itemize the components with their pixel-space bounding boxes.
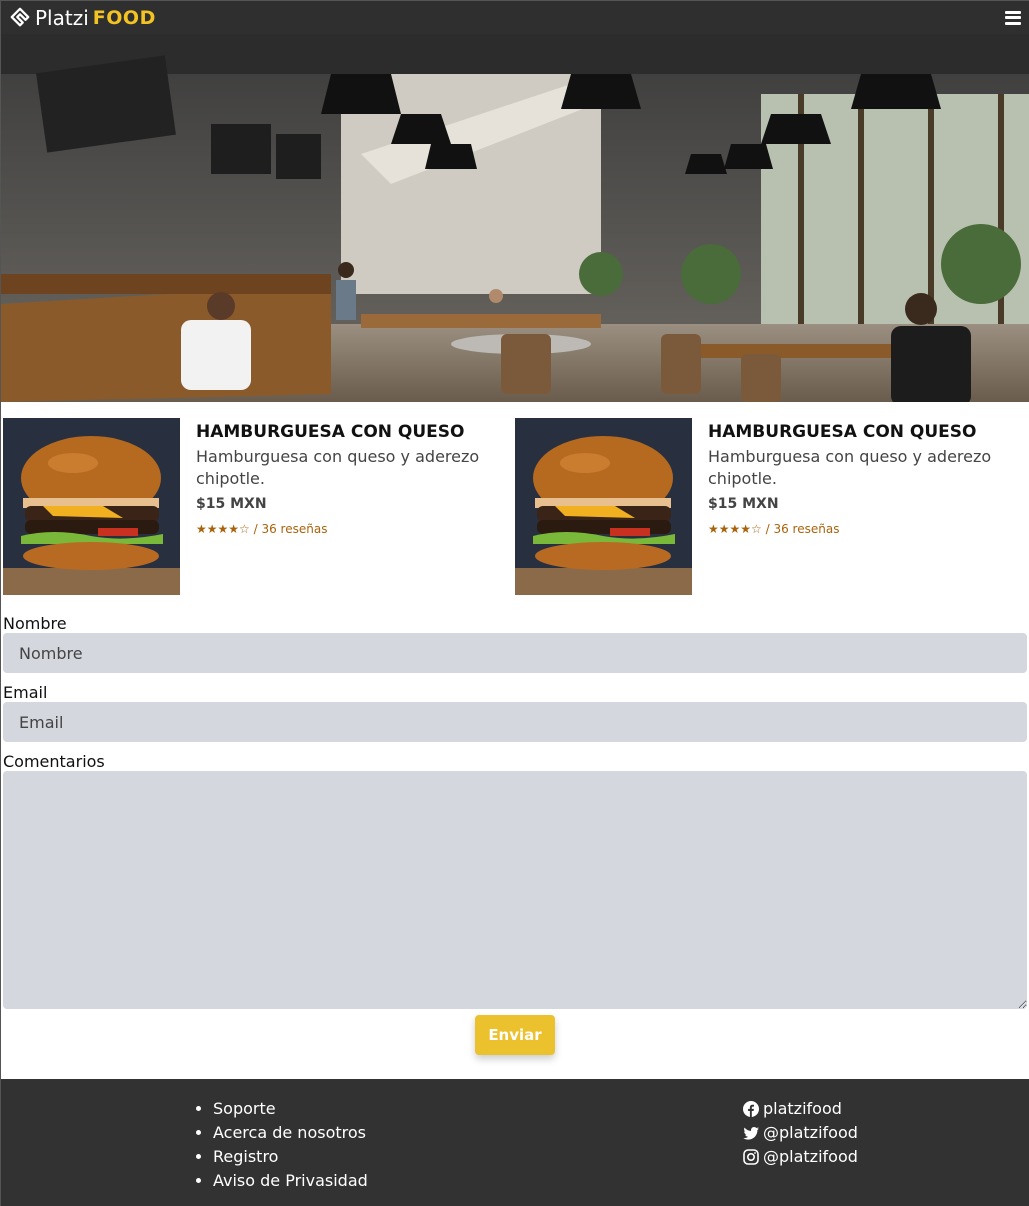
comments-label: Comentarios [3,752,105,771]
brand-platzi-text: Platzi [35,5,89,30]
review-count[interactable]: / 36 reseñas [762,522,840,536]
product-rating: ★★★★☆ / 36 reseñas [708,522,1008,536]
product-description: Hamburguesa con queso y aderezo chipotle… [708,447,992,488]
instagram-handle: @platzifood [763,1147,858,1166]
top-navbar: Platzi FOOD [1,0,1029,34]
footer-link-registro[interactable]: Registro [213,1145,743,1169]
product-title[interactable]: HAMBURGUESA CON QUESO [196,422,496,442]
hamburger-menu-icon[interactable] [1005,10,1021,25]
instagram-icon [743,1149,759,1165]
name-input[interactable] [3,633,1027,673]
hero-image [1,34,1029,402]
brand-food-text: FOOD [92,6,156,29]
submit-button[interactable]: Enviar [475,1015,555,1055]
social-facebook[interactable]: platzifood [743,1097,858,1121]
comments-textarea[interactable] [3,771,1027,1009]
name-label: Nombre [3,614,67,633]
product-price: $15 MXN [708,496,779,512]
product-description: Hamburguesa con queso y aderezo chipotle… [196,447,480,488]
footer-link-soporte[interactable]: Soporte [213,1097,743,1121]
facebook-handle: platzifood [763,1099,842,1118]
product-card[interactable]: HAMBURGUESA CON QUESO Hamburguesa con qu… [3,418,515,595]
twitter-handle: @platzifood [763,1123,858,1142]
social-twitter[interactable]: @platzifood [743,1121,858,1145]
product-price: $15 MXN [196,496,267,512]
footer: Soporte Acerca de nosotros Registro Avis… [1,1079,1029,1206]
star-rating-icon: ★★★★☆ [196,522,250,536]
footer-link-acerca[interactable]: Acerca de nosotros [213,1121,743,1145]
email-input[interactable] [3,702,1027,742]
cheeseburger-photo [3,418,180,595]
contact-form: Nombre Email Comentarios Enviar [1,595,1029,1055]
product-title[interactable]: HAMBURGUESA CON QUESO [708,422,1008,442]
footer-links: Soporte Acerca de nosotros Registro Avis… [1,1079,743,1206]
email-label: Email [3,683,48,702]
social-instagram[interactable]: @platzifood [743,1145,858,1169]
platzi-logo-icon [10,7,30,26]
twitter-icon [743,1127,759,1140]
social-links: platzifood @platzifood @platzifood [743,1079,858,1206]
facebook-icon [743,1101,759,1117]
footer-link-privacidad[interactable]: Aviso de Privasidad [213,1169,743,1193]
product-rating: ★★★★☆ / 36 reseñas [196,522,496,536]
star-rating-icon: ★★★★☆ [708,522,762,536]
review-count[interactable]: / 36 reseñas [250,522,328,536]
product-list: HAMBURGUESA CON QUESO Hamburguesa con qu… [1,402,1029,595]
cheeseburger-photo [515,418,692,595]
brand-logo[interactable]: Platzi FOOD [9,6,156,30]
restaurant-interior-photo [1,34,1029,402]
product-card[interactable]: HAMBURGUESA CON QUESO Hamburguesa con qu… [515,418,1027,595]
